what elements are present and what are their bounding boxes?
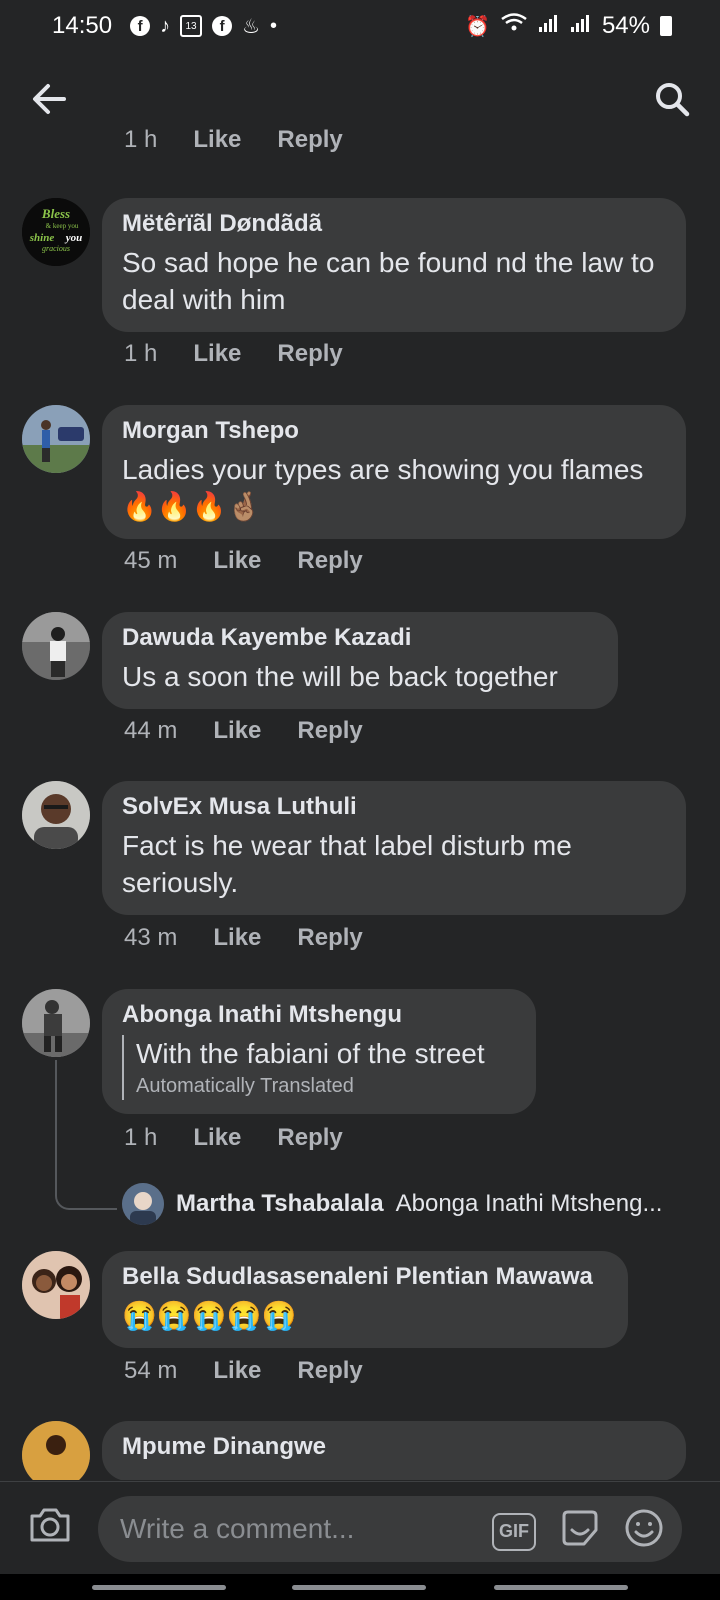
like-button[interactable]: Like xyxy=(193,340,241,368)
thread-line xyxy=(55,1060,117,1210)
comment-meta: 43 m Like Reply xyxy=(124,924,363,952)
avatar[interactable] xyxy=(22,1251,90,1319)
like-button[interactable]: Like xyxy=(213,924,261,952)
comment-meta: 45 m Like Reply xyxy=(124,547,363,575)
app-bar xyxy=(0,64,720,134)
comment-author[interactable]: SolvEx Musa Luthuli xyxy=(122,793,666,821)
back-arrow-icon[interactable] xyxy=(28,78,70,120)
comment-placeholder: Write a comment... xyxy=(120,1513,355,1544)
nav-home[interactable] xyxy=(292,1585,426,1590)
comment-time: 45 m xyxy=(124,547,178,574)
comment-author[interactable]: Morgan Tshepo xyxy=(122,417,666,445)
avatar[interactable] xyxy=(22,781,90,849)
sticker-icon[interactable] xyxy=(558,1508,602,1555)
comment-time: 1 h xyxy=(124,340,158,367)
avatar xyxy=(122,1183,164,1225)
avatar[interactable] xyxy=(22,405,90,473)
reply-button[interactable]: Reply xyxy=(297,547,362,575)
comment-bubble[interactable]: Dawuda Kayembe Kazadi Us a soon the will… xyxy=(102,612,618,709)
nav-back[interactable] xyxy=(494,1585,628,1590)
comment-author[interactable]: Mpume Dinangwe xyxy=(122,1433,666,1461)
comment-bubble[interactable]: Morgan Tshepo Ladies your types are show… xyxy=(102,405,686,539)
comment-author[interactable]: Dawuda Kayembe Kazadi xyxy=(122,624,598,652)
avatar-text: shine xyxy=(29,232,55,244)
comment-meta: 1 h Like Reply xyxy=(124,340,343,368)
emoji-icon[interactable] xyxy=(624,1508,664,1555)
reply-button[interactable]: Reply xyxy=(297,717,362,745)
comment-author[interactable]: Mëtêrïãl Døndãdã xyxy=(122,210,666,238)
comment-author[interactable]: Bella Sdudlasasenaleni Plentian Mawawa xyxy=(122,1263,608,1291)
comment-input[interactable]: Write a comment... GIF xyxy=(98,1496,682,1562)
comments-feed: 1 h Like Reply Bless & keep you shine yo… xyxy=(0,0,720,1480)
reply-button[interactable]: Reply xyxy=(297,924,362,952)
avatar[interactable]: Bless & keep you shine you gracious xyxy=(22,198,90,266)
comment-composer: Write a comment... GIF xyxy=(0,1481,720,1573)
comment-text: Fact is he wear that label disturb me se… xyxy=(122,830,572,898)
reply-text: Abonga Inathi Mtsheng... xyxy=(395,1190,663,1217)
gif-button[interactable]: GIF xyxy=(492,1512,536,1551)
reply-button[interactable]: Reply xyxy=(277,340,342,368)
camera-icon[interactable] xyxy=(28,1504,72,1549)
comment-time: 1 h xyxy=(124,1124,158,1151)
comment-text: 😭😭😭😭😭 xyxy=(122,1300,297,1331)
comment-bubble[interactable]: Abonga Inathi Mtshengu With the fabiani … xyxy=(102,989,536,1114)
reply-button[interactable]: Reply xyxy=(277,1124,342,1152)
comment-text: Ladies your types are showing you flames… xyxy=(122,454,644,522)
comment-meta: 1 h Like Reply xyxy=(124,1124,343,1152)
reply-preview[interactable]: Martha Tshabalala Abonga Inathi Mtsheng.… xyxy=(122,1183,662,1225)
reply-button[interactable]: Reply xyxy=(297,1357,362,1385)
comment-bubble[interactable]: Mëtêrïãl Døndãdã So sad hope he can be f… xyxy=(102,198,686,332)
translation-label[interactable]: Automatically Translated xyxy=(136,1072,516,1100)
avatar[interactable] xyxy=(22,989,90,1057)
comment-time: 54 m xyxy=(124,1357,178,1384)
avatar-text: gracious xyxy=(42,244,70,253)
nav-recent[interactable] xyxy=(92,1585,226,1590)
avatar[interactable] xyxy=(22,612,90,680)
comment-meta: 44 m Like Reply xyxy=(124,717,363,745)
like-button[interactable]: Like xyxy=(193,1124,241,1152)
translated-block: With the fabiani of the street Automatic… xyxy=(122,1035,516,1100)
comment-bubble[interactable]: Mpume Dinangwe xyxy=(102,1421,686,1480)
comment-author[interactable]: Abonga Inathi Mtshengu xyxy=(122,1001,516,1029)
search-icon[interactable] xyxy=(652,79,692,119)
avatar-text: & keep you xyxy=(46,222,79,230)
system-nav-bar xyxy=(0,1574,720,1600)
comment-text: Us a soon the will be back together xyxy=(122,661,558,692)
comment-bubble[interactable]: SolvEx Musa Luthuli Fact is he wear that… xyxy=(102,781,686,915)
like-button[interactable]: Like xyxy=(213,1357,261,1385)
comment-text: With the fabiani of the street xyxy=(136,1038,485,1069)
avatar-text: Bless xyxy=(41,206,70,221)
like-button[interactable]: Like xyxy=(213,717,261,745)
comment-time: 44 m xyxy=(124,717,178,744)
reply-author: Martha Tshabalala xyxy=(176,1190,384,1217)
comment-text: So sad hope he can be found nd the law t… xyxy=(122,247,655,315)
avatar[interactable] xyxy=(22,1421,90,1480)
comment-time: 43 m xyxy=(124,924,178,951)
avatar-text: you xyxy=(64,232,83,244)
comment-bubble[interactable]: Bella Sdudlasasenaleni Plentian Mawawa 😭… xyxy=(102,1251,628,1348)
comment-meta: 54 m Like Reply xyxy=(124,1357,363,1385)
like-button[interactable]: Like xyxy=(213,547,261,575)
